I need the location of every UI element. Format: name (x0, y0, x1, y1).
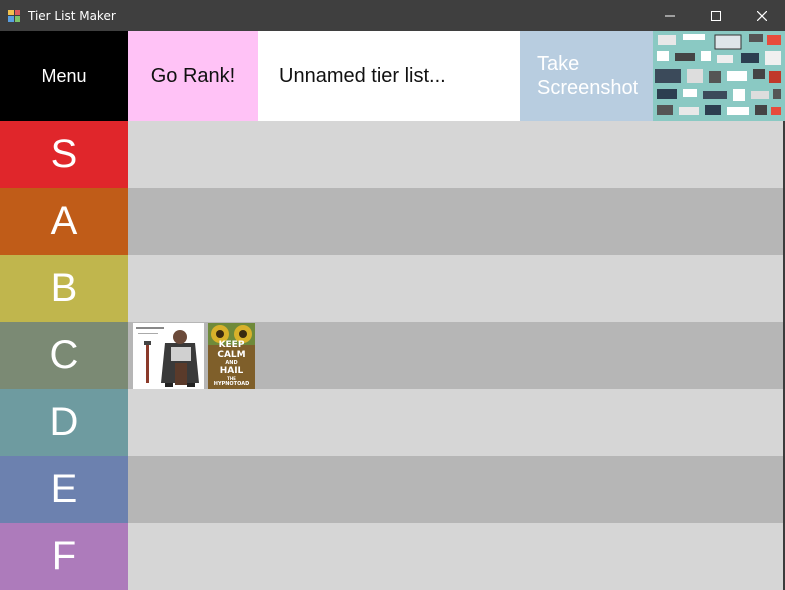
tier-list-title-input[interactable] (258, 31, 520, 121)
tier-drop-area-s[interactable] (128, 121, 783, 188)
tier-row-d: D (0, 389, 783, 456)
consoles-thumbnail-image[interactable] (653, 31, 785, 121)
tier-row-s: S (0, 121, 783, 188)
screenshot-label: Take Screenshot (537, 52, 638, 100)
tier-drop-area-c[interactable]: KEEP CALM AND HAIL THE HYPNOTOAD (128, 322, 783, 389)
tier-row-c: C KEEP CALM AND HAIL THE HYPNOTOAD (0, 322, 783, 389)
tier-label-d[interactable]: D (0, 389, 128, 456)
tier-label-c[interactable]: C (0, 322, 128, 389)
go-rank-button[interactable]: Go Rank! (128, 31, 258, 121)
window-title: Tier List Maker (28, 8, 116, 23)
tier-item-keep-calm-poster[interactable]: KEEP CALM AND HAIL THE HYPNOTOAD (208, 322, 255, 389)
close-icon (757, 10, 767, 21)
tier-list: S A B C KEEP CALM AND HAIL THE HYPNOTOAD… (0, 121, 783, 590)
screenshot-label-line1: Take (537, 53, 580, 75)
keep-calm-line-1: KEEP (218, 339, 245, 350)
tier-row-f: F (0, 523, 783, 590)
menu-button[interactable]: Menu (0, 31, 128, 121)
minimize-button[interactable] (647, 0, 693, 31)
tier-label-b[interactable]: B (0, 255, 128, 322)
title-bar: Tier List Maker (0, 0, 785, 31)
minimize-icon (665, 15, 675, 16)
tier-row-a: A (0, 188, 783, 255)
tier-label-e[interactable]: E (0, 456, 128, 523)
tier-item-character[interactable] (133, 322, 204, 389)
tier-row-e: E (0, 456, 783, 523)
character-image-icon (133, 322, 204, 389)
maximize-icon (711, 10, 721, 21)
tier-drop-area-b[interactable] (128, 255, 783, 322)
keep-calm-line-2: CALM (217, 349, 246, 360)
window-controls (647, 0, 785, 31)
keep-calm-line-4: HAIL (219, 365, 244, 376)
tier-drop-area-f[interactable] (128, 523, 783, 590)
maximize-button[interactable] (693, 0, 739, 31)
keep-calm-line-6: HYPNOTOAD (213, 380, 250, 387)
tier-drop-area-e[interactable] (128, 456, 783, 523)
tier-drop-area-d[interactable] (128, 389, 783, 456)
toolbar: Menu Go Rank! Take Screenshot (0, 31, 785, 121)
tier-label-f[interactable]: F (0, 523, 128, 590)
tier-row-b: B (0, 255, 783, 322)
screenshot-label-line2: Screenshot (537, 77, 639, 99)
close-button[interactable] (739, 0, 785, 31)
tier-label-s[interactable]: S (0, 121, 128, 188)
app-icon (8, 9, 20, 22)
take-screenshot-button[interactable]: Take Screenshot (520, 31, 653, 121)
consoles-collage-icon (653, 31, 785, 121)
tier-label-a[interactable]: A (0, 188, 128, 255)
tier-drop-area-a[interactable] (128, 188, 783, 255)
